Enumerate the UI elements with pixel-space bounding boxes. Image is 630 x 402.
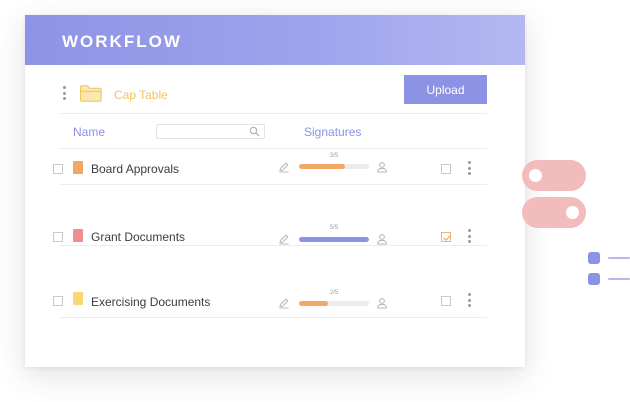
- row-kebab-menu-icon[interactable]: [467, 228, 471, 244]
- bullet-line: [608, 278, 630, 280]
- column-header-signatures[interactable]: Signatures: [304, 125, 361, 139]
- upload-button[interactable]: Upload: [404, 75, 487, 104]
- signature-progress-fill: [299, 164, 345, 169]
- card-header: WORKFLOW: [25, 15, 525, 65]
- pen-icon[interactable]: [278, 233, 290, 245]
- decorative-list-item: [588, 273, 630, 285]
- row-action-checkbox[interactable]: [441, 164, 451, 174]
- row-kebab-menu-icon[interactable]: [467, 160, 471, 176]
- decorative-toggle-on: [522, 197, 586, 228]
- decorative-list-item: [588, 252, 630, 264]
- decorative-toggle-off: [522, 160, 586, 191]
- signature-count: 3/5: [329, 153, 339, 159]
- file-icon: [73, 161, 83, 174]
- user-icon[interactable]: [376, 297, 388, 309]
- toggle-knob: [529, 169, 542, 182]
- signature-progress-bar: [299, 164, 369, 169]
- check-icon: [443, 235, 451, 241]
- signature-progress-bar: [299, 301, 369, 306]
- toolbar-kebab-menu-icon[interactable]: [62, 85, 66, 101]
- signature-progress-fill: [299, 301, 329, 306]
- signature-count: 5/5: [329, 225, 339, 231]
- row-select-checkbox[interactable]: [53, 232, 63, 242]
- page-title: WORKFLOW: [62, 32, 182, 51]
- bullet-square-icon: [588, 252, 600, 264]
- pen-icon[interactable]: [278, 297, 290, 309]
- file-icon: [73, 292, 83, 305]
- signature-progress-bar: [299, 237, 369, 242]
- row-select-checkbox[interactable]: [53, 164, 63, 174]
- pen-icon[interactable]: [278, 161, 290, 173]
- row-action-checkbox[interactable]: [441, 296, 451, 306]
- workflow-card: WORKFLOW Cap Table Upload Name Signature…: [25, 15, 525, 367]
- file-name[interactable]: Board Approvals: [91, 162, 179, 176]
- toolbar-divider: [60, 113, 487, 114]
- column-header-name[interactable]: Name: [73, 125, 105, 139]
- search-input[interactable]: [156, 124, 265, 139]
- signature-count: 2/5: [329, 290, 339, 296]
- search-icon[interactable]: [249, 126, 260, 137]
- file-icon: [73, 229, 83, 242]
- bullet-line: [608, 257, 630, 259]
- row-divider: [60, 317, 487, 318]
- row-divider: [60, 245, 487, 246]
- user-icon[interactable]: [376, 233, 388, 245]
- row-kebab-menu-icon[interactable]: [467, 292, 471, 308]
- toggle-knob: [566, 206, 579, 219]
- signature-progress-fill: [299, 237, 369, 242]
- row-select-checkbox[interactable]: [53, 296, 63, 306]
- bullet-square-icon: [588, 273, 600, 285]
- row-divider: [60, 184, 487, 185]
- user-icon[interactable]: [376, 161, 388, 173]
- file-name[interactable]: Grant Documents: [91, 230, 185, 244]
- folder-icon: [80, 85, 102, 102]
- file-name[interactable]: Exercising Documents: [91, 295, 210, 309]
- row-action-checkbox[interactable]: [441, 232, 451, 242]
- folder-name[interactable]: Cap Table: [114, 88, 168, 102]
- header-divider: [60, 148, 487, 149]
